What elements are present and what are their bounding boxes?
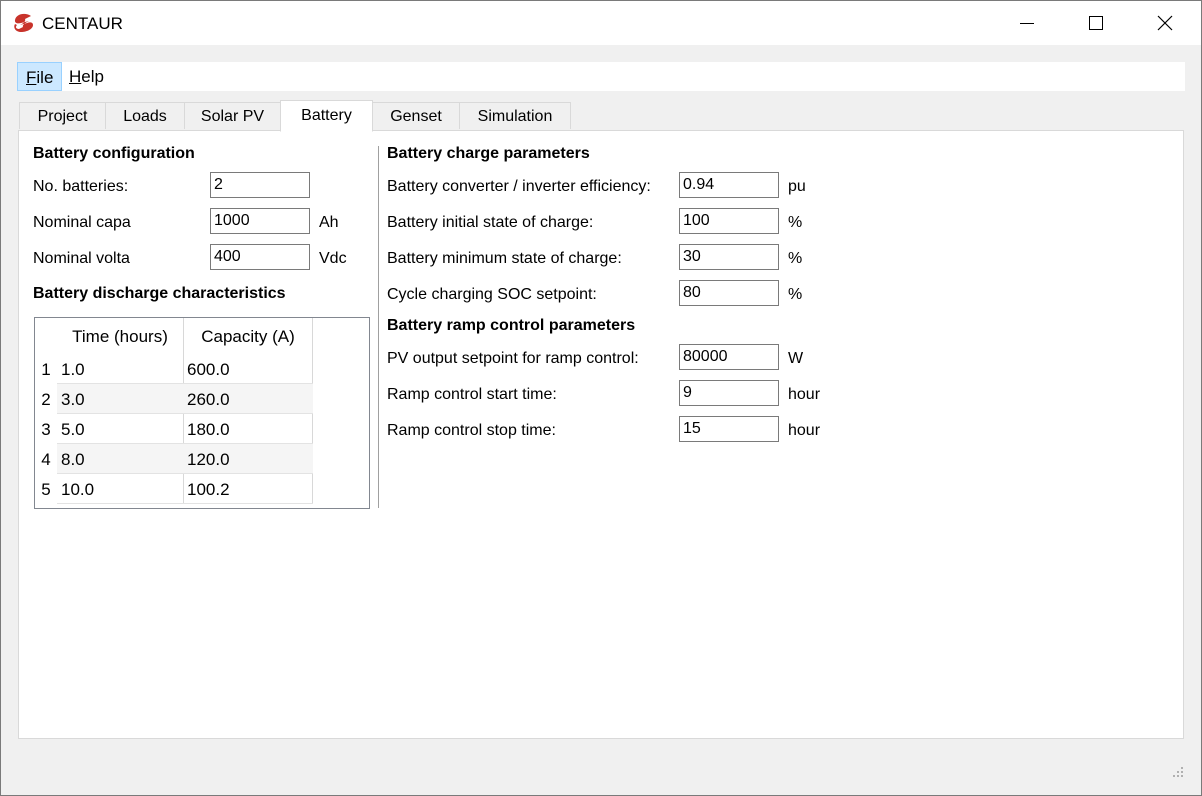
- cell-time[interactable]: 3.0: [61, 384, 85, 414]
- tab-genset[interactable]: Genset: [372, 102, 460, 129]
- resize-grip-icon[interactable]: [1171, 765, 1185, 779]
- table-row[interactable]: 3 5.0 180.0: [35, 414, 313, 444]
- column-header-capacity[interactable]: Capacity (A): [183, 318, 313, 354]
- converter-efficiency-unit: pu: [788, 178, 806, 195]
- no-batteries-label: No. batteries:: [33, 178, 129, 195]
- nominal-capacity-label: Nominal capa: [33, 214, 131, 231]
- table-row[interactable]: 4 8.0 120.0: [35, 444, 313, 474]
- battery-configuration-heading: Battery configuration: [33, 145, 195, 162]
- row-number: 2: [41, 390, 51, 409]
- tab-loads[interactable]: Loads: [105, 102, 185, 129]
- nominal-capacity-unit: Ah: [319, 214, 339, 231]
- table-row[interactable]: 2 3.0 260.0: [35, 384, 313, 414]
- pv-output-setpoint-unit: W: [788, 350, 804, 367]
- window-title: CENTAUR: [42, 14, 123, 33]
- pv-output-setpoint-input[interactable]: [679, 344, 779, 370]
- ramp-start-time-label: Ramp control start time:: [387, 386, 557, 403]
- menu-help[interactable]: Help: [61, 62, 112, 91]
- row-background: [57, 384, 313, 413]
- minimum-soc-unit: %: [788, 250, 803, 267]
- minimum-soc-input[interactable]: [679, 244, 779, 270]
- maximize-button[interactable]: [1073, 1, 1119, 45]
- tab-battery[interactable]: Battery: [280, 100, 373, 132]
- converter-efficiency-label: Battery converter / inverter efficiency:: [387, 178, 651, 195]
- battery-panel: Battery configuration No. batteries: Nom…: [18, 130, 1184, 739]
- cell-capacity[interactable]: 600.0: [187, 354, 230, 384]
- cell-time[interactable]: 8.0: [61, 444, 85, 474]
- centaur-logo-icon: [14, 13, 33, 32]
- ramp-start-time-unit: hour: [788, 386, 821, 403]
- tab-simulation[interactable]: Simulation: [459, 102, 571, 129]
- cell-capacity[interactable]: 100.2: [187, 474, 230, 504]
- close-icon: [1157, 15, 1173, 31]
- section-divider: [378, 146, 379, 508]
- table-row[interactable]: 1 1.0 600.0: [35, 354, 313, 384]
- minimum-soc-label: Battery minimum state of charge:: [387, 250, 622, 267]
- title-bar[interactable]: CENTAUR: [1, 1, 1201, 45]
- ramp-stop-time-label: Ramp control stop time:: [387, 422, 556, 439]
- maximize-icon: [1089, 16, 1103, 30]
- ramp-stop-time-input[interactable]: [679, 416, 779, 442]
- cell-capacity[interactable]: 260.0: [187, 384, 230, 414]
- charge-parameters-heading: Battery charge parameters: [387, 145, 590, 162]
- tab-project[interactable]: Project: [19, 102, 106, 129]
- row-number: 1: [41, 360, 51, 379]
- discharge-table[interactable]: Time (hours) Capacity (A) 1 1.0 600.0 2 …: [34, 317, 370, 509]
- no-batteries-input[interactable]: [210, 172, 310, 198]
- cycle-charging-soc-label: Cycle charging SOC setpoint:: [387, 286, 597, 303]
- ramp-stop-time-unit: hour: [788, 422, 821, 439]
- initial-soc-label: Battery initial state of charge:: [387, 214, 594, 231]
- table-row[interactable]: 5 10.0 100.2: [35, 474, 313, 504]
- minimize-button[interactable]: [1004, 1, 1050, 45]
- initial-soc-input[interactable]: [679, 208, 779, 234]
- nominal-voltage-label: Nominal volta: [33, 250, 130, 267]
- cycle-charging-soc-unit: %: [788, 286, 803, 303]
- row-number: 3: [41, 420, 51, 439]
- close-button[interactable]: [1142, 1, 1188, 45]
- cell-capacity[interactable]: 120.0: [187, 444, 230, 474]
- pv-output-setpoint-label: PV output setpoint for ramp control:: [387, 350, 639, 367]
- cell-time[interactable]: 1.0: [61, 354, 85, 384]
- row-number: 5: [41, 480, 51, 499]
- converter-efficiency-input[interactable]: [679, 172, 779, 198]
- cycle-charging-soc-input[interactable]: [679, 280, 779, 306]
- cell-time[interactable]: 5.0: [61, 414, 85, 444]
- row-background: [57, 414, 313, 443]
- row-divider: [57, 503, 313, 504]
- nominal-capacity-input[interactable]: [210, 208, 310, 234]
- cell-capacity[interactable]: 180.0: [187, 414, 230, 444]
- cell-time[interactable]: 10.0: [61, 474, 94, 504]
- ramp-start-time-input[interactable]: [679, 380, 779, 406]
- column-header-time[interactable]: Time (hours): [57, 318, 183, 354]
- menu-file[interactable]: File: [17, 62, 63, 91]
- nominal-voltage-input[interactable]: [210, 244, 310, 270]
- ramp-control-heading: Battery ramp control parameters: [387, 317, 636, 334]
- initial-soc-unit: %: [788, 214, 803, 231]
- app-window: CENTAUR File Help Project Loads Solar PV…: [0, 0, 1202, 796]
- tab-solar-pv[interactable]: Solar PV: [184, 102, 281, 129]
- row-background: [57, 354, 313, 383]
- row-number: 4: [41, 450, 51, 469]
- nominal-voltage-unit: Vdc: [319, 250, 347, 267]
- row-background: [57, 474, 313, 503]
- menu-bar: File Help: [17, 62, 1185, 91]
- minimize-icon: [1020, 23, 1034, 24]
- discharge-characteristics-heading: Battery discharge characteristics: [33, 285, 286, 302]
- row-background: [57, 444, 313, 473]
